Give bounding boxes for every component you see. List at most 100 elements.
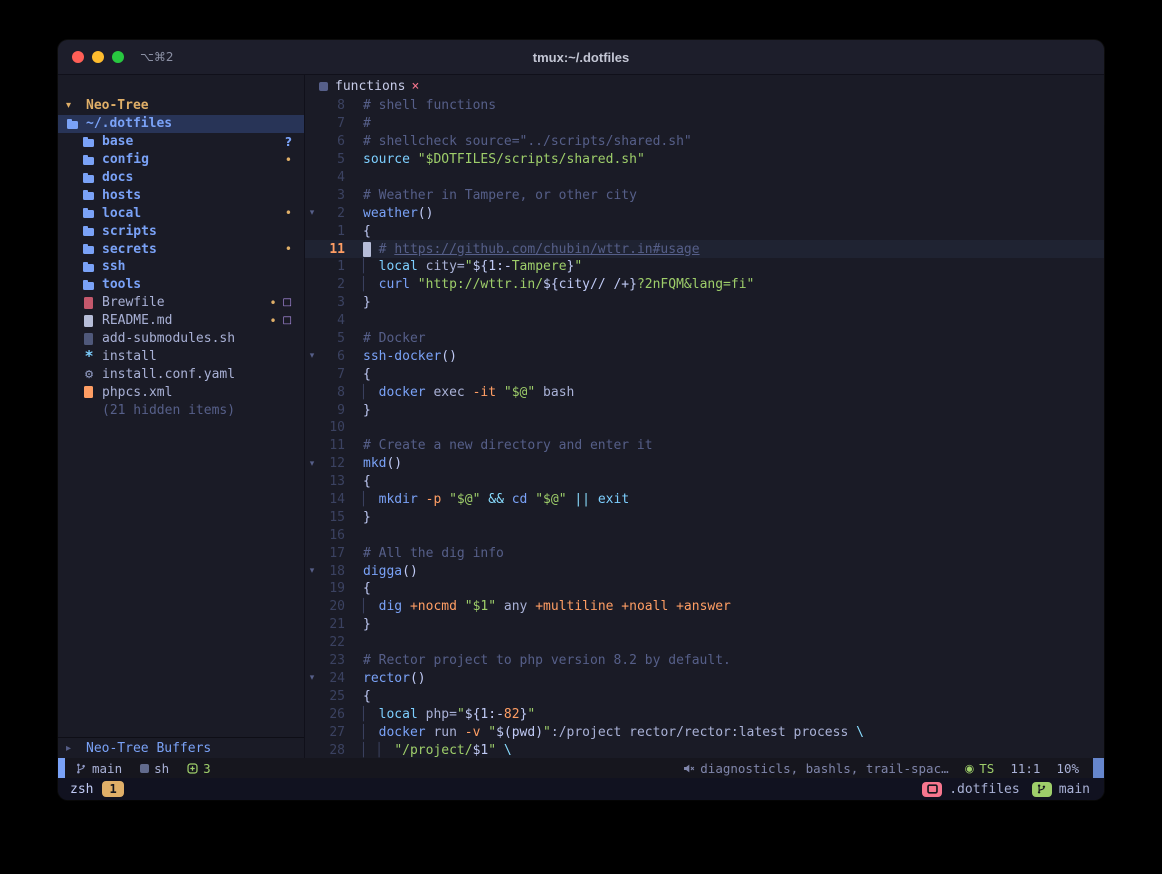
titlebar[interactable]: ⌥⌘2 tmux:~/.dotfiles — [58, 40, 1104, 75]
git-status-badge: □ — [283, 297, 292, 308]
line-number: 12 — [319, 456, 345, 471]
code-line[interactable]: ▾12mkd() — [305, 455, 1104, 473]
folder-icon — [82, 278, 96, 292]
tmux-window-index-badge[interactable]: 1 — [102, 781, 123, 797]
buffers-title: Neo-Tree Buffers — [86, 741, 211, 756]
code-line[interactable]: ▾2weather() — [305, 204, 1104, 222]
tree-item[interactable]: ⚙install.conf.yaml — [58, 365, 304, 383]
git-status-badge: ? — [285, 135, 292, 149]
tabline: functions × — [305, 75, 1104, 97]
code-line[interactable]: 10 — [305, 419, 1104, 437]
code-line[interactable]: 25{ — [305, 687, 1104, 705]
code-line[interactable]: 8# shell functions — [305, 97, 1104, 115]
code-line[interactable]: 22 — [305, 634, 1104, 652]
code-line[interactable]: 3# Weather in Tampere, or other city — [305, 186, 1104, 204]
code-line[interactable]: 1{ — [305, 222, 1104, 240]
code-line[interactable]: 5# Docker — [305, 330, 1104, 348]
fold-column — [305, 405, 319, 415]
code-line[interactable]: 20▏ dig +nocmd "$1" any +multiline +noal… — [305, 598, 1104, 616]
fold-icon[interactable]: ▾ — [305, 566, 319, 576]
tree-item[interactable]: secrets• — [58, 240, 304, 258]
filetype-indicator: sh — [140, 761, 169, 776]
neo-tree-file-list: ▾ Neo-Tree ~/.dotfiles base?config•docsh… — [58, 97, 304, 737]
root-label: ~/.dotfiles — [86, 116, 172, 131]
tmux-git-branch: main — [1059, 782, 1090, 797]
close-window-button[interactable] — [72, 51, 84, 63]
treesitter-indicator: ◉ TS — [965, 761, 995, 776]
code-line[interactable]: 17# All the dig info — [305, 544, 1104, 562]
tree-item[interactable]: config • — [58, 151, 304, 169]
tree-item[interactable]: *install — [58, 347, 304, 365]
code-text: { — [363, 689, 371, 704]
tree-item[interactable]: base? — [58, 133, 304, 151]
tree-item[interactable]: ssh — [58, 258, 304, 276]
tree-item[interactable]: phpcs.xml — [58, 383, 304, 401]
line-number: 5 — [319, 152, 345, 167]
window-title: tmux:~/.dotfiles — [58, 50, 1104, 65]
fold-icon[interactable]: ▾ — [305, 351, 319, 361]
tree-item[interactable]: hosts — [58, 186, 304, 204]
code-line[interactable]: 28▏ ▏ "/project/$1" \ — [305, 741, 1104, 758]
line-number: 14 — [319, 492, 345, 507]
code-text: { — [363, 367, 371, 382]
tree-item[interactable]: add-submodules.sh — [58, 330, 304, 348]
code-line[interactable]: 7# — [305, 115, 1104, 133]
code-text: ▏ curl "http://wttr.in/${city// /+}?2nFQ… — [363, 277, 754, 292]
code-line[interactable]: ▾18digga() — [305, 562, 1104, 580]
code-line[interactable]: 11# Create a new directory and enter it — [305, 437, 1104, 455]
code-line[interactable]: 26▏ local php="${1:-82}" — [305, 705, 1104, 723]
code-line[interactable]: 27▏ docker run -v "$(pwd)":/project rect… — [305, 723, 1104, 741]
code-line[interactable]: 1▏ local city="${1:-Tampere}" — [305, 258, 1104, 276]
code-line[interactable]: 15} — [305, 508, 1104, 526]
item-label: config — [102, 152, 149, 167]
code-line[interactable]: 3} — [305, 294, 1104, 312]
line-number: 19 — [319, 581, 345, 596]
code-line[interactable]: 21} — [305, 616, 1104, 634]
code-area[interactable]: 8# shell functions 7# 6# shellcheck sour… — [305, 97, 1104, 758]
fold-icon[interactable]: ▾ — [305, 459, 319, 469]
fold-column — [305, 638, 319, 648]
code-line[interactable]: 2▏ curl "http://wttr.in/${city// /+}?2nF… — [305, 276, 1104, 294]
tree-item[interactable]: docs — [58, 169, 304, 187]
tree-item[interactable]: local• — [58, 204, 304, 222]
code-line[interactable]: 5source "$DOTFILES/scripts/shared.sh" — [305, 151, 1104, 169]
code-line[interactable]: 7{ — [305, 365, 1104, 383]
fold-column — [305, 441, 319, 451]
code-line[interactable]: 16 — [305, 526, 1104, 544]
code-line[interactable]: 11 # https://github.com/chubin/wttr.in#u… — [305, 240, 1104, 258]
fold-icon[interactable]: ▾ — [305, 208, 319, 218]
item-label: tools — [102, 277, 141, 292]
code-line[interactable]: 4 — [305, 169, 1104, 187]
line-number: 6 — [319, 349, 345, 364]
mute-icon — [682, 762, 695, 775]
filetype-icon — [140, 764, 149, 773]
tree-item[interactable]: README.md•□ — [58, 312, 304, 330]
markdown-icon — [82, 314, 96, 328]
tab-label[interactable]: functions — [335, 79, 405, 94]
editor-panel: functions × 8# shell functions 7# 6# she… — [305, 75, 1104, 758]
code-line[interactable]: 6# shellcheck source="../scripts/shared.… — [305, 133, 1104, 151]
code-line[interactable]: 8▏ docker exec -it "$@" bash — [305, 383, 1104, 401]
item-label: install.conf.yaml — [102, 367, 235, 382]
zoom-window-button[interactable] — [112, 51, 124, 63]
code-line[interactable]: ▾24rector() — [305, 670, 1104, 688]
item-label: install — [102, 349, 157, 364]
code-line[interactable]: 9} — [305, 401, 1104, 419]
git-status-badge: • — [285, 153, 292, 167]
code-line[interactable]: ▾6ssh-docker() — [305, 347, 1104, 365]
code-line[interactable]: 19{ — [305, 580, 1104, 598]
code-line[interactable]: 14▏ mkdir -p "$@" && cd "$@" || exit — [305, 491, 1104, 509]
code-text: } — [363, 295, 371, 310]
line-number: 1 — [319, 259, 345, 274]
tab-close-button[interactable]: × — [411, 79, 419, 94]
code-line[interactable]: 4 — [305, 312, 1104, 330]
code-line[interactable]: 13{ — [305, 473, 1104, 491]
minimize-window-button[interactable] — [92, 51, 104, 63]
tree-item[interactable]: scripts — [58, 222, 304, 240]
code-line[interactable]: 23# Rector project to php version 8.2 by… — [305, 652, 1104, 670]
fold-icon[interactable]: ▾ — [305, 673, 319, 683]
neo-tree-buffers-section[interactable]: ▸ Neo-Tree Buffers — [58, 737, 304, 758]
tree-item[interactable]: Brewfile•□ — [58, 294, 304, 312]
tree-item[interactable]: tools — [58, 276, 304, 294]
tree-root-item[interactable]: ~/.dotfiles — [58, 115, 304, 133]
